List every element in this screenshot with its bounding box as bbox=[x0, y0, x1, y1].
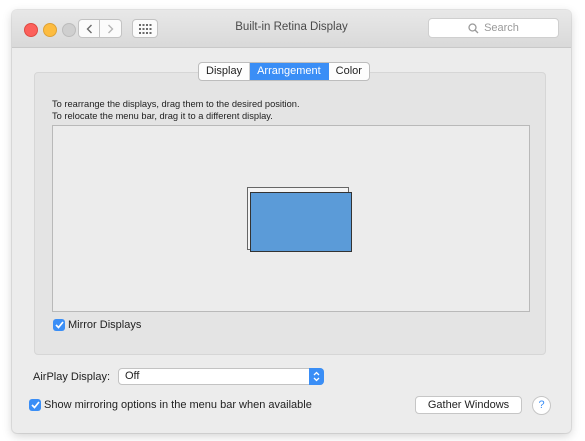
mirror-displays-checkbox[interactable] bbox=[53, 319, 65, 331]
checkmark-icon bbox=[30, 401, 40, 409]
search-field[interactable]: Search bbox=[428, 18, 559, 38]
airplay-display-value: Off bbox=[125, 370, 140, 382]
tab-bar: Display Arrangement Color bbox=[198, 62, 370, 81]
search-icon bbox=[468, 22, 479, 33]
tab-arrangement[interactable]: Arrangement bbox=[250, 63, 329, 80]
arrangement-instructions: To rearrange the displays, drag them to … bbox=[52, 98, 300, 122]
title-bar: Built-in Retina Display Search bbox=[12, 10, 571, 48]
tab-color[interactable]: Color bbox=[329, 63, 369, 80]
instruction-line-2: To relocate the menu bar, drag it to a d… bbox=[52, 111, 273, 121]
airplay-display-select[interactable]: Off bbox=[118, 368, 324, 385]
mirror-displays-label: Mirror Displays bbox=[68, 319, 142, 331]
instruction-line-1: To rearrange the displays, drag them to … bbox=[52, 99, 300, 109]
show-mirroring-checkbox[interactable] bbox=[29, 399, 41, 411]
checkmark-icon bbox=[54, 321, 64, 329]
gather-windows-button[interactable]: Gather Windows bbox=[415, 396, 522, 414]
show-mirroring-label: Show mirroring options in the menu bar w… bbox=[44, 399, 312, 411]
tab-display[interactable]: Display bbox=[199, 63, 251, 80]
display-arrangement-area[interactable] bbox=[52, 125, 530, 312]
search-placeholder: Search bbox=[484, 22, 519, 34]
airplay-display-label: AirPlay Display: bbox=[33, 371, 111, 383]
display-thumbnail[interactable] bbox=[250, 192, 352, 252]
select-arrows-icon bbox=[309, 368, 324, 385]
system-preferences-window: Built-in Retina Display Search Display A… bbox=[12, 10, 571, 433]
help-button[interactable]: ? bbox=[532, 396, 551, 415]
